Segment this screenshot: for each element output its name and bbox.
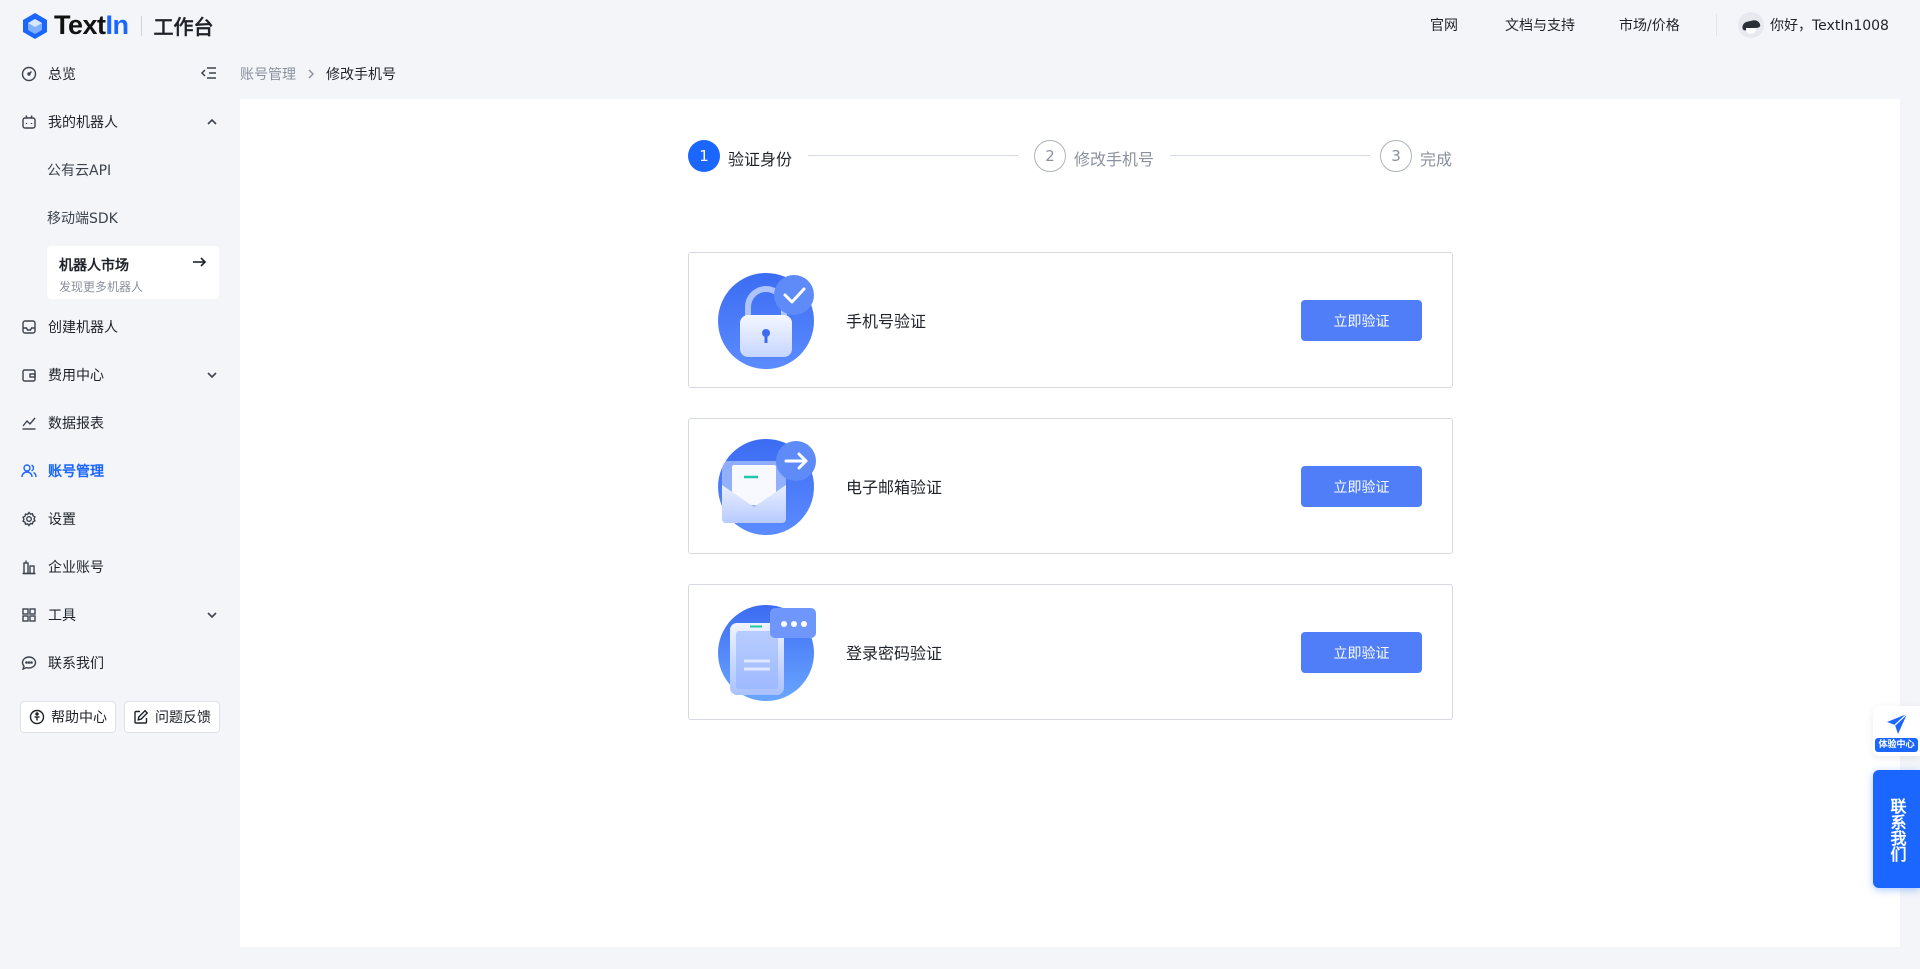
step-3-label: 完成 <box>1420 150 1453 169</box>
sidebar-item-enterprise[interactable]: 企业账号 <box>20 555 220 579</box>
grid-icon <box>20 606 38 624</box>
logo-text-accent: In <box>105 10 130 40</box>
sidebar-subitem-mobile-sdk[interactable]: 移动端SDK <box>47 208 118 228</box>
sidebar-item-label: 工具 <box>48 608 76 624</box>
logo-divider <box>140 15 142 36</box>
experience-center-widget[interactable]: 体验中心 <box>1873 706 1920 756</box>
sidebar-item-label: 数据报表 <box>48 416 104 432</box>
sidebar-item-label: 账号管理 <box>48 464 104 480</box>
password-verification-card: 登录密码验证 立即验证 <box>688 584 1453 720</box>
step-3-circle: 3 <box>1380 140 1412 172</box>
logo-text: Text <box>54 10 106 40</box>
gear-icon <box>20 510 38 528</box>
chat-bubble-icon <box>20 654 38 672</box>
contact-us-widget[interactable]: 联系我们 <box>1873 770 1920 888</box>
sidebar-item-billing[interactable]: 费用中心 <box>20 363 220 387</box>
chevron-down-icon <box>207 372 217 379</box>
sidebar-item-label: 联系我们 <box>48 656 104 672</box>
help-icon <box>29 709 45 725</box>
paper-plane-icon <box>1887 713 1908 734</box>
step-connector <box>1170 155 1370 156</box>
feedback-button[interactable]: 问题反馈 <box>124 701 220 733</box>
step-1-circle: 1 <box>688 140 720 172</box>
step-1-label: 验证身份 <box>728 150 793 169</box>
phone-password-icon <box>718 605 816 701</box>
chevron-down-icon <box>207 612 217 619</box>
phone-verification-title: 手机号验证 <box>846 312 927 331</box>
step-2-label: 修改手机号 <box>1074 150 1155 169</box>
verify-password-button[interactable]: 立即验证 <box>1301 632 1422 673</box>
sidebar-item-label: 费用中心 <box>48 368 104 384</box>
textin-logo-icon <box>23 12 47 39</box>
building-icon <box>20 558 38 576</box>
top-header: TextIn 工作台 官网 文档与支持 市场/价格 你好，TextIn1008 <box>0 0 1920 50</box>
user-greeting: 你好，TextIn1008 <box>1770 18 1889 34</box>
verify-phone-button[interactable]: 立即验证 <box>1301 300 1422 341</box>
progress-steps: 1 验证身份 2 修改手机号 3 完成 <box>688 140 1453 172</box>
sidebar-item-contact[interactable]: 联系我们 <box>20 651 220 675</box>
nav-link-official-site[interactable]: 官网 <box>1430 15 1458 35</box>
robot-market-title: 机器人市场 <box>59 258 129 274</box>
breadcrumb-current: 修改手机号 <box>326 67 396 83</box>
sidebar-item-tools[interactable]: 工具 <box>20 603 220 627</box>
verify-email-button[interactable]: 立即验证 <box>1301 466 1422 507</box>
sidebar-subitem-public-api[interactable]: 公有云API <box>47 160 111 180</box>
sidebar-item-settings[interactable]: 设置 <box>20 507 220 531</box>
nav-link-market-pricing[interactable]: 市场/价格 <box>1619 15 1680 35</box>
chart-icon <box>20 414 38 432</box>
nav-link-docs-support[interactable]: 文档与支持 <box>1505 15 1575 35</box>
sidebar-item-create-robot[interactable]: 创建机器人 <box>20 315 220 339</box>
sidebar-item-label: 设置 <box>48 512 76 528</box>
avatar <box>1738 12 1764 38</box>
sidebar-item-label: 创建机器人 <box>48 320 118 336</box>
sidebar-item-my-robots[interactable]: 我的机器人 <box>20 110 220 134</box>
textin-logo[interactable]: TextIn 工作台 <box>22 10 214 41</box>
edit-icon <box>134 709 149 724</box>
step-2-circle: 2 <box>1034 140 1066 172</box>
phone-verification-card: 手机号验证 立即验证 <box>688 252 1453 388</box>
sidebar-item-reports[interactable]: 数据报表 <box>20 411 220 435</box>
robot-market-card[interactable]: 机器人市场 发现更多机器人 <box>47 246 219 299</box>
chevron-right-icon <box>308 69 314 79</box>
wallet-icon <box>20 366 38 384</box>
email-verification-card: 电子邮箱验证 立即验证 <box>688 418 1453 554</box>
user-menu[interactable]: 你好，TextIn1008 <box>1738 12 1889 38</box>
arrow-right-icon <box>193 257 207 267</box>
password-verification-title: 登录密码验证 <box>846 644 943 663</box>
help-center-button[interactable]: 帮助中心 <box>20 701 116 733</box>
robot-icon <box>20 113 38 131</box>
robot-market-subtitle: 发现更多机器人 <box>59 280 144 294</box>
workspace-title: 工作台 <box>153 15 214 39</box>
sidebar-item-label: 总览 <box>48 67 76 83</box>
inbox-icon <box>20 318 38 336</box>
step-connector <box>808 155 1018 156</box>
users-icon <box>20 462 38 480</box>
sidebar-item-account[interactable]: 账号管理 <box>20 459 220 483</box>
nav-divider <box>1716 14 1717 36</box>
lock-check-icon <box>718 273 814 369</box>
feedback-label: 问题反馈 <box>155 710 211 726</box>
contact-us-label: 联系我们 <box>1887 798 1907 862</box>
email-verification-title: 电子邮箱验证 <box>846 478 943 497</box>
breadcrumb-parent[interactable]: 账号管理 <box>240 64 296 84</box>
sidebar-item-overview[interactable]: 总览 <box>20 62 220 86</box>
envelope-arrow-icon <box>718 439 816 535</box>
sidebar-item-label: 我的机器人 <box>48 115 118 131</box>
help-center-label: 帮助中心 <box>51 710 107 726</box>
sidebar-item-label: 企业账号 <box>48 560 104 576</box>
chevron-up-icon <box>207 118 217 125</box>
dashboard-icon <box>20 65 38 83</box>
experience-center-label: 体验中心 <box>1875 738 1918 752</box>
breadcrumb: 账号管理 修改手机号 <box>240 64 396 84</box>
